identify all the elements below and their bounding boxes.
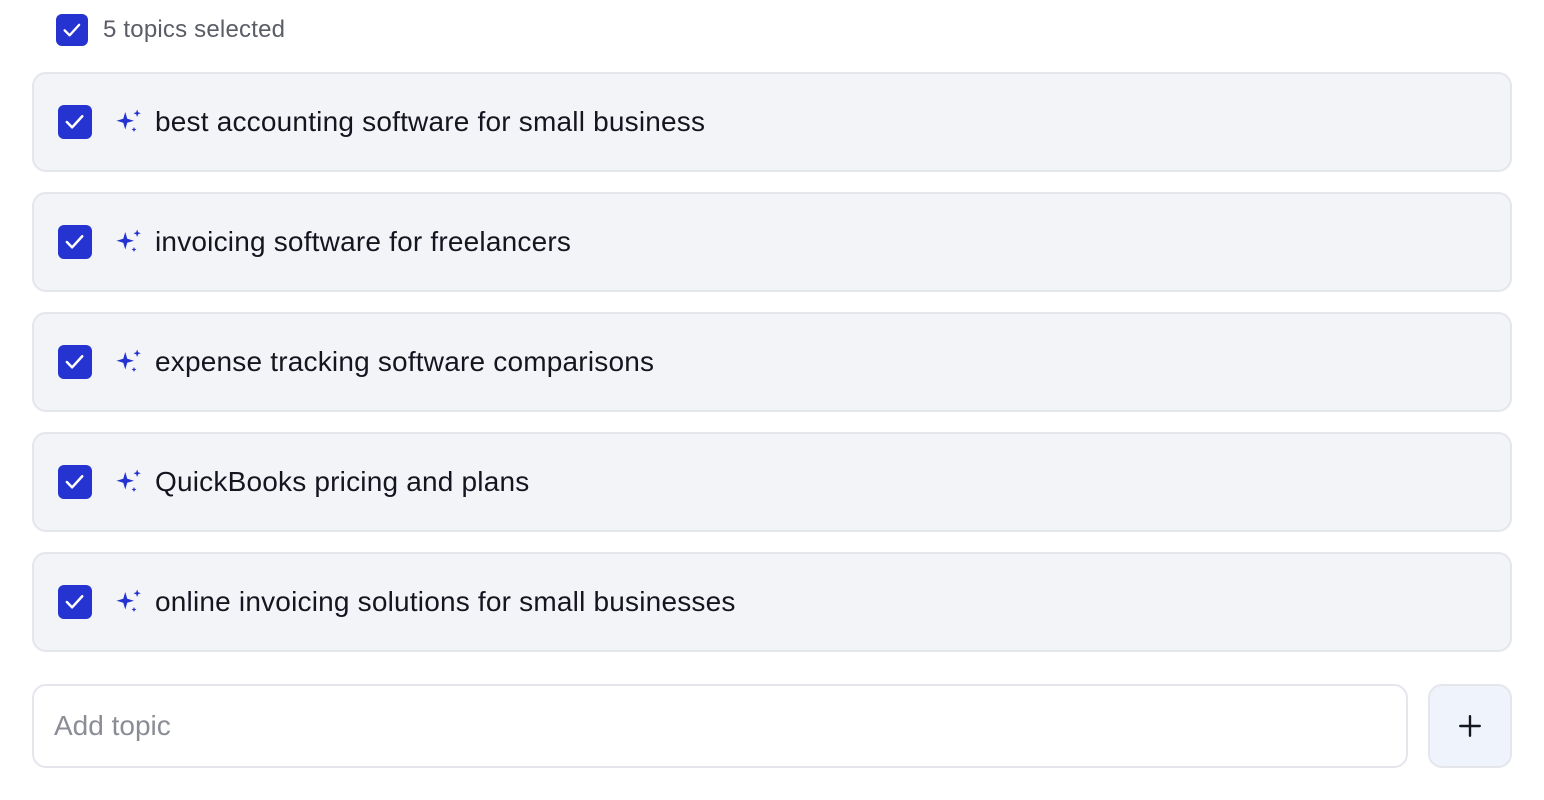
add-topic-button[interactable] [1428,684,1512,768]
selected-count-label: 5 topics selected [103,16,286,43]
add-topic-row [32,684,1512,768]
topic-list: best accounting software for small busin… [32,72,1512,652]
topic-row[interactable]: online invoicing solutions for small bus… [32,552,1512,652]
checkmark-icon [63,23,81,37]
topic-row[interactable]: best accounting software for small busin… [32,72,1512,172]
topic-checkbox[interactable] [58,345,92,379]
topic-checkbox[interactable] [58,105,92,139]
checkmark-icon [66,355,84,370]
topic-row[interactable]: expense tracking software comparisons [32,312,1512,412]
topic-checkbox[interactable] [58,465,92,499]
plus-icon [1459,715,1481,737]
checkmark-icon [66,115,84,130]
checkmark-icon [66,235,84,250]
topic-label: invoicing software for freelancers [155,226,572,257]
topic-label: QuickBooks pricing and plans [155,466,530,497]
sparkles-icon [114,107,144,137]
topic-label: best accounting software for small busin… [155,106,706,137]
select-all-row: 5 topics selected [56,14,285,46]
select-all-checkbox[interactable] [56,14,88,46]
topic-row[interactable]: QuickBooks pricing and plans [32,432,1512,532]
sparkles-icon [114,587,144,617]
topic-checkbox[interactable] [58,225,92,259]
topic-label: online invoicing solutions for small bus… [155,586,736,617]
sparkles-icon [114,467,144,497]
checkmark-icon [66,475,84,490]
add-topic-input[interactable] [32,684,1408,768]
topic-selector: 5 topics selected best accounting softwa… [0,0,1544,800]
topic-row[interactable]: invoicing software for freelancers [32,192,1512,292]
sparkles-icon [114,347,144,377]
topic-checkbox[interactable] [58,585,92,619]
sparkles-icon [114,227,144,257]
topic-label: expense tracking software comparisons [155,346,655,377]
checkmark-icon [66,595,84,610]
